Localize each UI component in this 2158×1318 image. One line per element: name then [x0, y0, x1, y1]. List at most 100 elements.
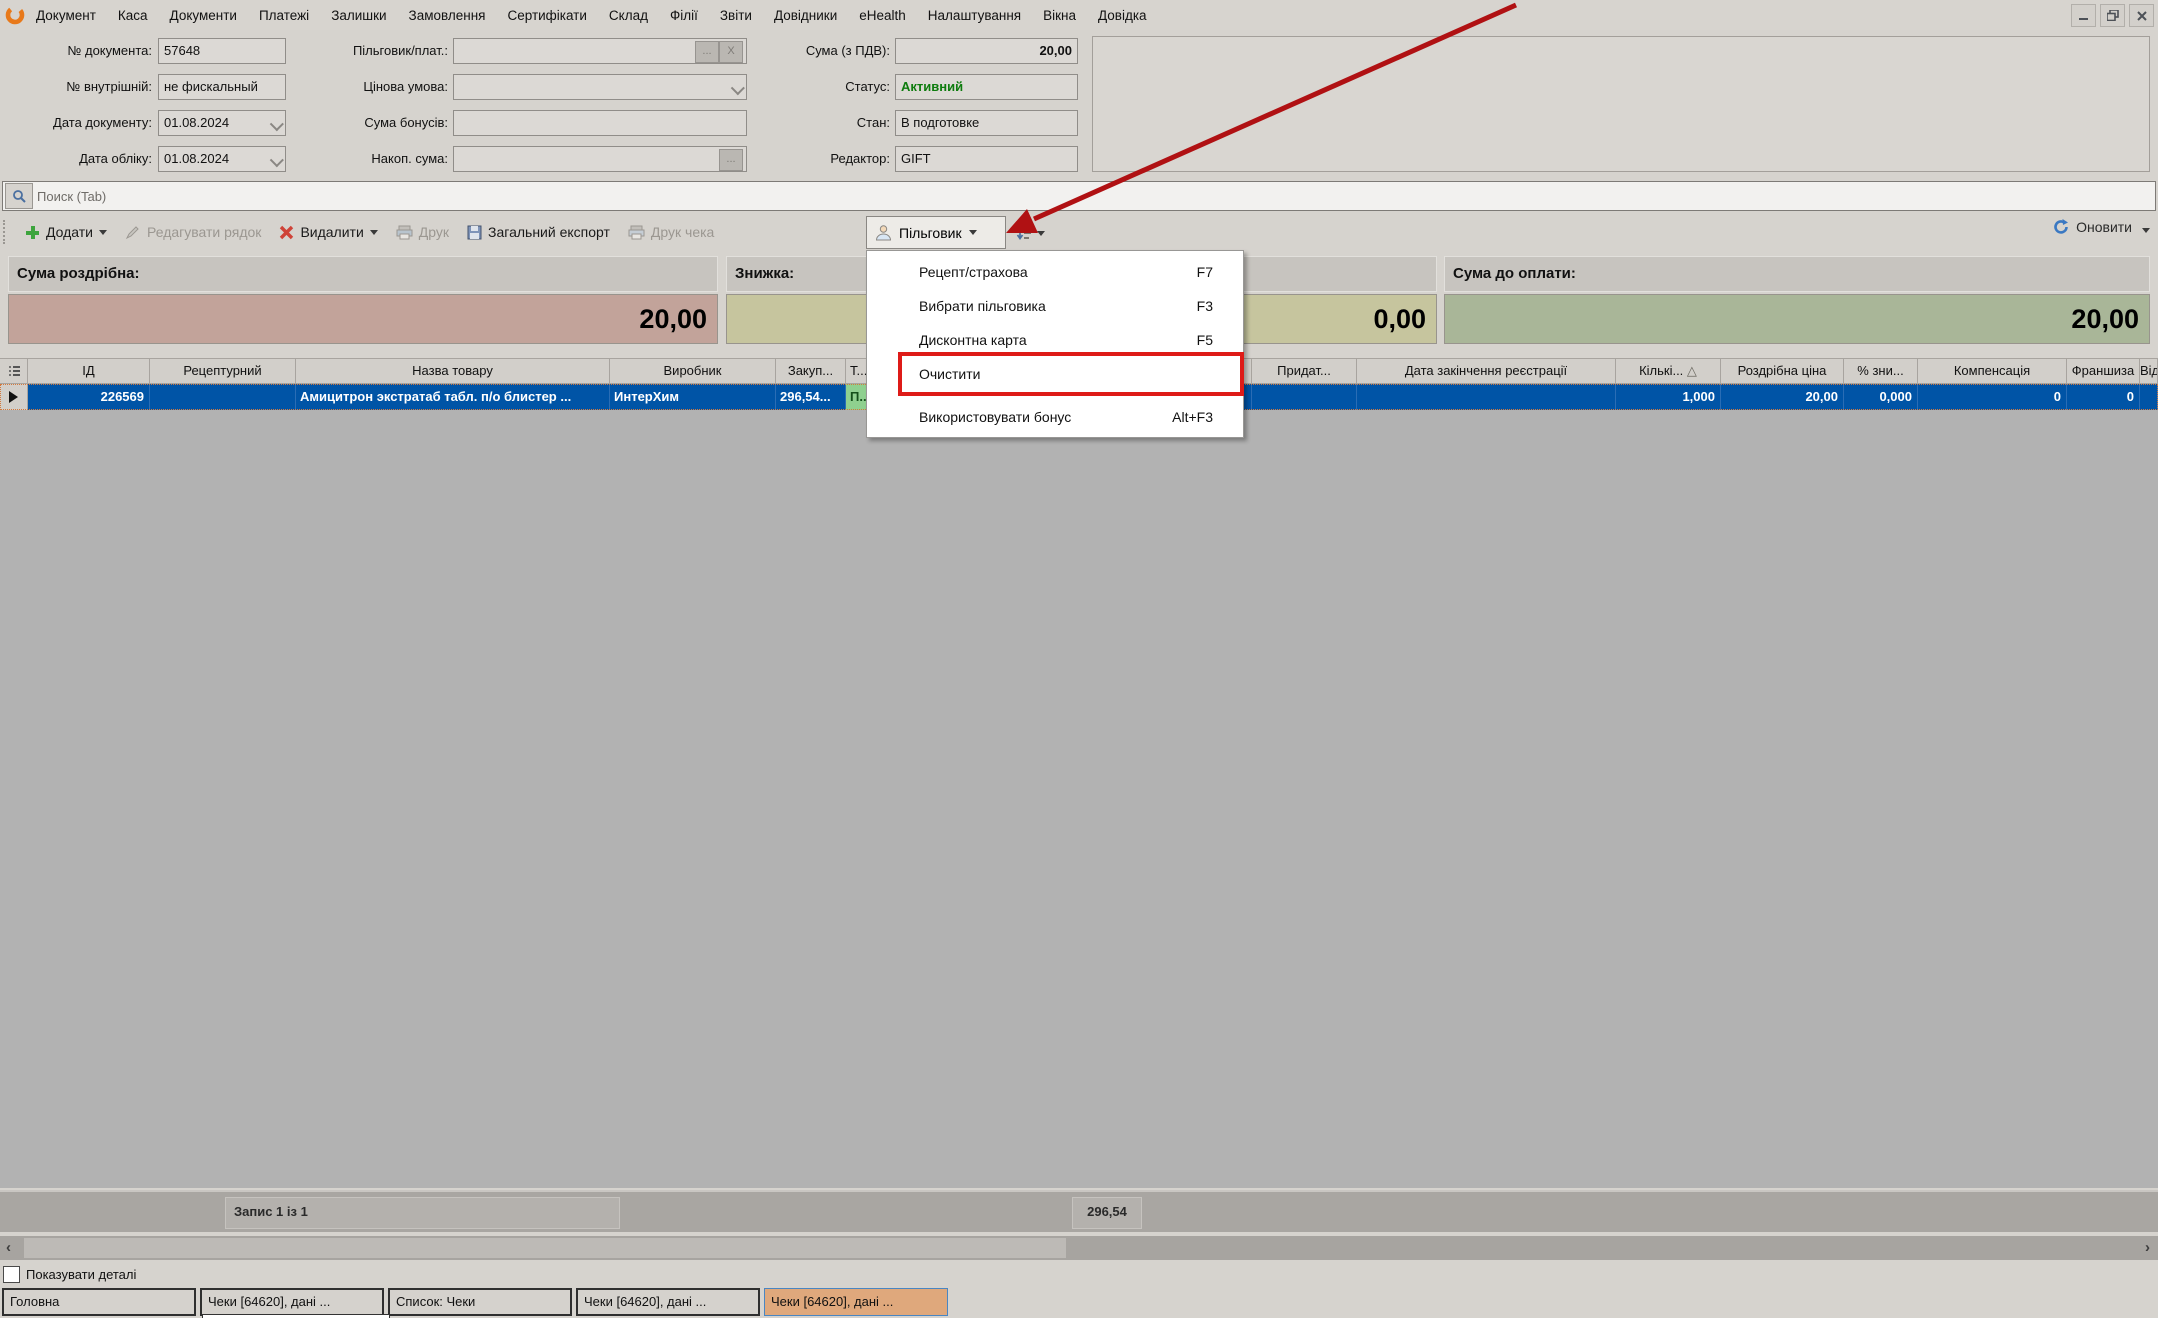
col-header-purchase[interactable]: Закуп...	[776, 358, 846, 384]
col-header-reg-expiry[interactable]: Дата закінчення реєстрації	[1357, 358, 1616, 384]
menubar-item-windows[interactable]: Вікна	[1032, 8, 1087, 23]
column-chooser-button[interactable]	[0, 358, 28, 384]
close-icon	[2137, 11, 2147, 21]
state-field: В подготовке	[895, 110, 1078, 136]
menubar-item-orders[interactable]: Замовлення	[398, 8, 497, 23]
menubar-item-documents[interactable]: Документи	[159, 8, 248, 23]
cell-reg-expiry[interactable]	[1357, 384, 1616, 410]
col-header-quantity[interactable]: Кількі... △	[1616, 358, 1721, 384]
minimize-button[interactable]	[2071, 4, 2096, 27]
menubar-item-kasa[interactable]: Каса	[107, 8, 159, 23]
search-icon	[12, 189, 26, 203]
record-count: Запис 1 із 1	[225, 1197, 620, 1229]
cell-discount-pct[interactable]: 0,000	[1844, 384, 1918, 410]
col-header-discount-pct[interactable]: % зни...	[1844, 358, 1918, 384]
cell-prescription[interactable]	[150, 384, 296, 410]
cell-id[interactable]: 226569	[28, 384, 150, 410]
col-header-dispense[interactable]: Відпу	[2140, 358, 2158, 384]
horizontal-scrollbar[interactable]: ‹ ›	[0, 1236, 2158, 1260]
col-header-retail-price[interactable]: Роздрібна ціна	[1721, 358, 1844, 384]
print-receipt-button[interactable]: Друк чека	[619, 217, 723, 247]
restore-button[interactable]	[2100, 4, 2125, 27]
minimize-icon	[2079, 11, 2089, 21]
sum-vat-label: Сума (з ПДВ):	[740, 38, 890, 64]
beneficiary-menu-button[interactable]: Пільговик	[866, 216, 1006, 249]
scroll-right-icon[interactable]: ›	[2145, 1240, 2150, 1256]
retail-sum-value: 20,00	[8, 294, 718, 344]
app-window: Документ Каса Документи Платежі Залишки …	[0, 0, 2158, 1318]
menubar-item-ehealth[interactable]: eHealth	[848, 8, 917, 23]
print-button[interactable]: Друк	[387, 217, 458, 247]
toolbar-grip[interactable]	[3, 220, 10, 244]
delete-button[interactable]: Видалити	[270, 217, 386, 247]
menu-item-select-beneficiary[interactable]: Вибрати пільговикаF3	[867, 289, 1243, 323]
floppy-save-icon	[467, 225, 482, 240]
show-details-checkbox[interactable]	[3, 1266, 20, 1283]
menubar-item-settings[interactable]: Налаштування	[917, 8, 1032, 23]
add-button[interactable]: Додати	[16, 217, 116, 247]
col-header-id[interactable]: ІД	[28, 358, 150, 384]
scrollbar-thumb[interactable]	[24, 1238, 1066, 1258]
scroll-left-icon[interactable]: ‹	[6, 1240, 11, 1256]
accum-sum-field[interactable]: ...	[453, 146, 747, 172]
ellipsis-button[interactable]: ...	[695, 41, 719, 63]
menubar-item-branches[interactable]: Філії	[659, 8, 709, 23]
menubar-item-help[interactable]: Довідка	[1087, 8, 1158, 23]
col-header-compensation[interactable]: Компенсація	[1918, 358, 2067, 384]
menubar-item-payments[interactable]: Платежі	[248, 8, 320, 23]
tab-check-list[interactable]: Список: Чеки	[388, 1288, 572, 1316]
sort-options-button[interactable]	[1012, 218, 1060, 248]
bonus-sum-label: Сума бонусів:	[300, 110, 448, 136]
cell-purchase[interactable]: 296,54...	[776, 384, 846, 410]
search-input[interactable]	[35, 188, 2155, 205]
col-header-prescription[interactable]: Рецептурний	[150, 358, 296, 384]
beneficiary-field[interactable]: ... X	[453, 38, 747, 64]
cell-quantity[interactable]: 1,000	[1616, 384, 1721, 410]
menubar-item-stock[interactable]: Залишки	[320, 8, 397, 23]
edit-row-button[interactable]: Редагувати рядок	[116, 217, 270, 247]
menu-item-recipe-insurance[interactable]: Рецепт/страховаF7	[867, 255, 1243, 289]
tab-checks-2[interactable]: Чеки [64620], дані ...	[576, 1288, 760, 1316]
bonus-sum-field[interactable]	[453, 110, 747, 136]
bottom-tab-bar: Головна Чеки [64620], дані ... Список: Ч…	[0, 1288, 2158, 1318]
cell-product[interactable]: Амицитрон экстратаб табл. п/о блистер ..…	[296, 384, 610, 410]
cell-retail-price[interactable]: 20,00	[1721, 384, 1844, 410]
price-condition-combo[interactable]	[453, 74, 747, 100]
printer-icon	[628, 225, 645, 240]
col-header-manufacturer[interactable]: Виробник	[610, 358, 776, 384]
internal-number-label: № внутрішній:	[10, 74, 152, 100]
cell-validity[interactable]	[1252, 384, 1357, 410]
menubar-item-directories[interactable]: Довідники	[763, 8, 848, 23]
doc-number-field[interactable]: 57648	[158, 38, 286, 64]
comment-panel	[1092, 36, 2150, 172]
refresh-icon	[2052, 218, 2070, 236]
tab-main[interactable]: Головна	[2, 1288, 196, 1316]
restore-icon	[2107, 10, 2119, 21]
export-button[interactable]: Загальний експорт	[458, 217, 619, 247]
search-icon-button[interactable]	[5, 183, 33, 209]
pay-sum-value: 20,00	[1444, 294, 2150, 344]
menubar-item-certificates[interactable]: Сертифікати	[496, 8, 597, 23]
account-date-combo[interactable]: 01.08.2024	[158, 146, 286, 172]
internal-number-field[interactable]: не фискальный	[158, 74, 286, 100]
doc-date-combo[interactable]: 01.08.2024	[158, 110, 286, 136]
menubar-item-reports[interactable]: Звіти	[709, 8, 763, 23]
pencil-icon	[125, 224, 141, 240]
price-condition-label: Цінова умова:	[300, 74, 448, 100]
tab-checks-active[interactable]: Чеки [64620], дані ...	[764, 1288, 948, 1316]
col-header-product[interactable]: Назва товару	[296, 358, 610, 384]
col-header-validity[interactable]: Придат...	[1252, 358, 1357, 384]
tab-checks-1[interactable]: Чеки [64620], дані ...	[200, 1288, 384, 1316]
refresh-button[interactable]: Оновити	[2052, 218, 2132, 236]
cell-manufacturer[interactable]: ИнтерХим	[610, 384, 776, 410]
col-header-franchise[interactable]: Франшиза	[2067, 358, 2140, 384]
menubar-item-warehouse[interactable]: Склад	[598, 8, 659, 23]
close-button[interactable]	[2129, 4, 2154, 27]
cell-dispense[interactable]	[2140, 384, 2158, 410]
menubar-item-document[interactable]: Документ	[25, 8, 107, 23]
cell-franchise[interactable]: 0	[2067, 384, 2140, 410]
refresh-dropdown-arrow-icon[interactable]	[2142, 228, 2150, 233]
cell-compensation[interactable]: 0	[1918, 384, 2067, 410]
menu-item-use-bonus[interactable]: Використовувати бонусAlt+F3	[867, 400, 1243, 434]
app-logo-icon	[5, 5, 25, 25]
